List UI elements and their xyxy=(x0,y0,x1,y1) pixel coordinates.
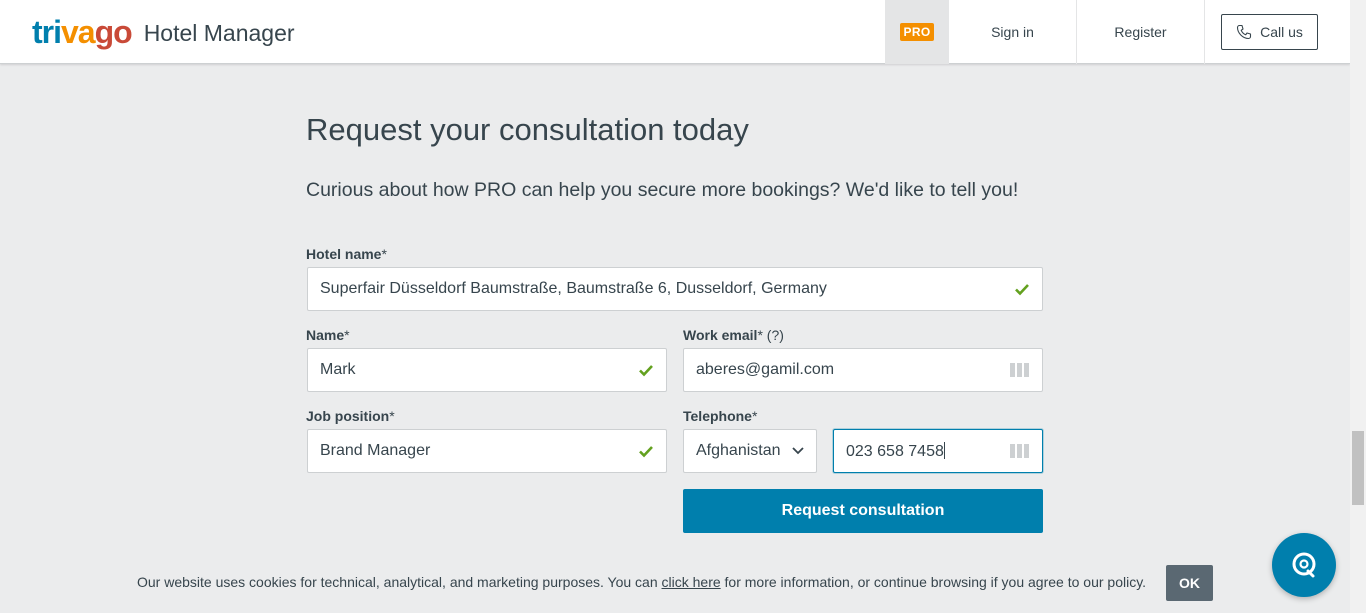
name-field[interactable]: Mark xyxy=(307,348,667,392)
request-consultation-button[interactable]: Request consultation xyxy=(683,489,1043,533)
chevron-down-icon xyxy=(792,447,804,455)
valid-check-icon xyxy=(638,443,654,459)
top-header: trivago Hotel Manager PRO Sign in Regist… xyxy=(0,0,1350,64)
password-manager-icon[interactable] xyxy=(1010,444,1030,458)
cookie-info-link[interactable]: click here xyxy=(662,574,721,590)
logo-wordmark: trivago xyxy=(32,14,133,50)
name-value: Mark xyxy=(320,361,356,378)
text-cursor xyxy=(943,441,945,459)
job-position-field[interactable]: Brand Manager xyxy=(307,429,667,473)
hotel-name-field[interactable]: Superfair Düsseldorf Baumstraße, Baumstr… xyxy=(307,267,1043,311)
phone-icon xyxy=(1236,24,1252,40)
telephone-label: Telephone* xyxy=(683,408,758,424)
page-title: Request your consultation today xyxy=(306,112,749,147)
job-position-label: Job position* xyxy=(306,408,395,424)
page-subtitle: Curious about how PRO can help you secur… xyxy=(306,179,1019,201)
work-email-field[interactable]: aberes@gamil.com xyxy=(683,348,1043,392)
password-manager-icon[interactable] xyxy=(1010,363,1030,377)
sign-in-link[interactable]: Sign in xyxy=(949,0,1077,64)
valid-check-icon xyxy=(638,362,654,378)
cookie-ok-button[interactable]: OK xyxy=(1166,565,1213,601)
hotel-name-label: Hotel name* xyxy=(306,246,387,262)
name-label: Name* xyxy=(306,327,350,343)
chat-button[interactable] xyxy=(1272,533,1336,597)
logo-suffix: Hotel Manager xyxy=(143,20,295,46)
email-help-hint[interactable]: (?) xyxy=(767,327,784,343)
job-position-value: Brand Manager xyxy=(320,442,431,459)
chat-bubble-icon xyxy=(1289,550,1319,580)
hotel-name-value: Superfair Düsseldorf Baumstraße, Baumstr… xyxy=(320,280,827,297)
call-us-label: Call us xyxy=(1260,24,1303,40)
page-scrollbar[interactable] xyxy=(1350,0,1366,613)
cookie-text: Our website uses cookies for technical, … xyxy=(137,574,1147,590)
register-link[interactable]: Register xyxy=(1077,0,1205,64)
scrollbar-thumb[interactable] xyxy=(1352,431,1364,505)
pro-badge: PRO xyxy=(899,23,935,41)
valid-check-icon xyxy=(1014,281,1030,297)
country-value: Afghanistan xyxy=(696,442,781,459)
trivago-logo[interactable]: trivago Hotel Manager xyxy=(32,12,295,52)
country-select[interactable]: Afghanistan xyxy=(683,429,817,473)
nav-pro[interactable]: PRO xyxy=(885,0,949,64)
telephone-value: 023 658 7458 xyxy=(846,441,945,460)
telephone-field[interactable]: 023 658 7458 xyxy=(833,429,1043,473)
call-us-button[interactable]: Call us xyxy=(1221,14,1318,50)
work-email-label: Work email* (?) xyxy=(683,327,784,343)
work-email-value: aberes@gamil.com xyxy=(696,361,835,378)
